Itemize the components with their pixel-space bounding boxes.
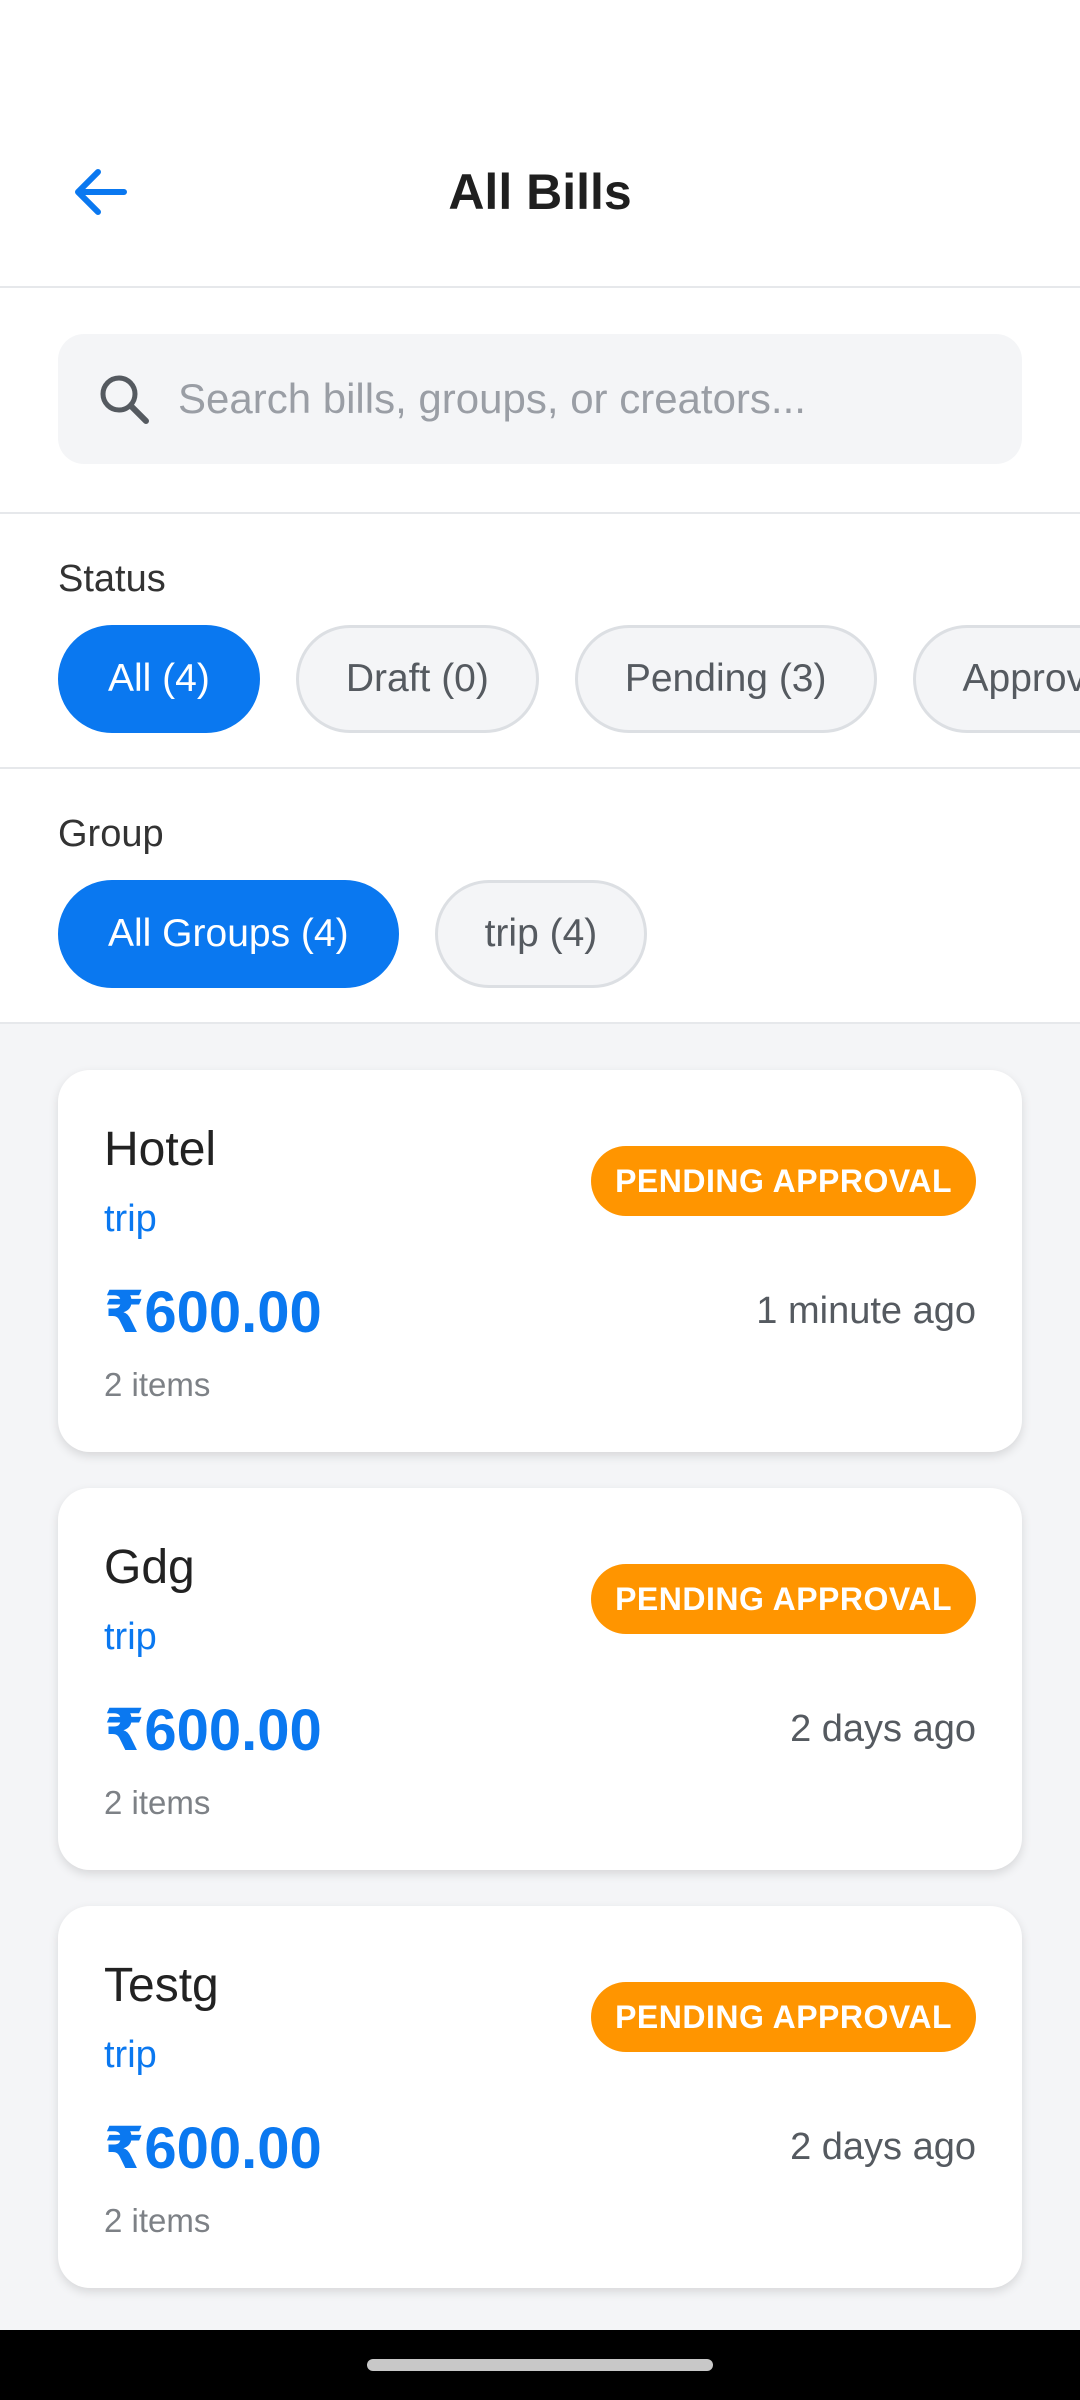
status-chips: All (4) Draft (0) Pending (3) Approved	[58, 625, 1080, 733]
screen: All Bills Status All (4) Draft (0) Pendi…	[0, 0, 1080, 2400]
status-filter-section: Status All (4) Draft (0) Pending (3) App…	[0, 514, 1080, 769]
search-input[interactable]	[178, 375, 1022, 423]
status-chip-approved[interactable]: Approved	[912, 625, 1080, 733]
status-chip-pending[interactable]: Pending (3)	[574, 625, 877, 733]
search-section	[0, 288, 1080, 514]
group-chip-trip[interactable]: trip (4)	[434, 880, 648, 988]
status-filter-label: Status	[58, 558, 166, 600]
bill-group: trip	[104, 1198, 157, 1240]
bill-time: 2 days ago	[790, 1708, 976, 1750]
status-badge: PENDING APPROVAL	[591, 1146, 976, 1216]
bill-card[interactable]: Hotel trip PENDING APPROVAL ₹600.00 1 mi…	[58, 1070, 1022, 1452]
system-nav-bar	[0, 2330, 1080, 2400]
status-chip-all[interactable]: All (4)	[58, 625, 260, 733]
group-filter-label: Group	[58, 813, 164, 855]
group-chip-all[interactable]: All Groups (4)	[58, 880, 399, 988]
bill-group: trip	[104, 2034, 157, 2076]
header: All Bills	[0, 100, 1080, 288]
status-badge: PENDING APPROVAL	[591, 1564, 976, 1634]
bill-card[interactable]: Gdg trip PENDING APPROVAL ₹600.00 2 days…	[58, 1488, 1022, 1870]
bill-group: trip	[104, 1616, 157, 1658]
group-chips: All Groups (4) trip (4)	[58, 880, 1080, 988]
search-icon	[100, 375, 149, 424]
bill-amount: ₹600.00	[104, 2116, 322, 2181]
bill-time: 1 minute ago	[756, 1290, 976, 1332]
status-chip-draft[interactable]: Draft (0)	[295, 625, 539, 733]
bill-items-count: 2 items	[104, 1784, 211, 1821]
bill-amount: ₹600.00	[104, 1280, 322, 1345]
bill-time: 2 days ago	[790, 2126, 976, 2168]
page-title: All Bills	[448, 164, 632, 220]
bill-items-count: 2 items	[104, 2202, 211, 2239]
bill-title: Hotel	[104, 1123, 217, 1176]
bill-amount: ₹600.00	[104, 1698, 322, 1763]
home-indicator[interactable]	[367, 2359, 713, 2371]
search-box[interactable]	[58, 334, 1022, 464]
bill-items-count: 2 items	[104, 1366, 211, 1403]
group-filter-section: Group All Groups (4) trip (4)	[0, 769, 1080, 1024]
bill-card[interactable]: Testg trip PENDING APPROVAL ₹600.00 2 da…	[58, 1906, 1022, 2288]
status-badge: PENDING APPROVAL	[591, 1982, 976, 2052]
bill-list: Hotel trip PENDING APPROVAL ₹600.00 1 mi…	[0, 1024, 1080, 2288]
bill-title: Gdg	[104, 1541, 195, 1594]
bill-title: Testg	[104, 1959, 219, 2012]
status-bar	[0, 0, 1080, 100]
